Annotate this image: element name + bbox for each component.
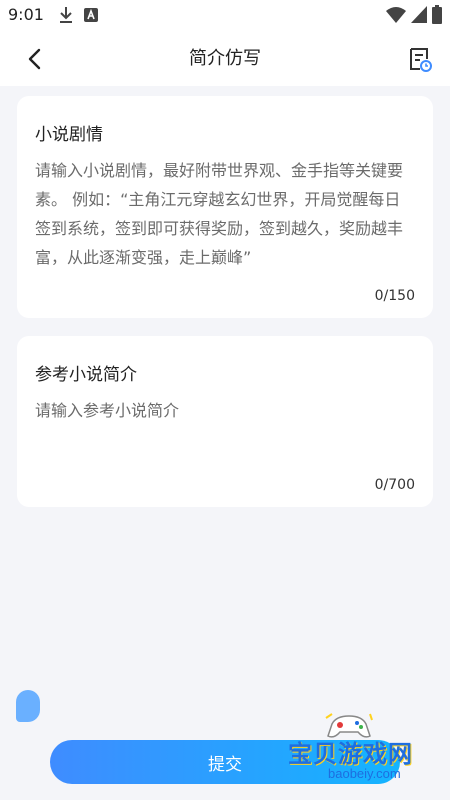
battery-icon [432, 5, 442, 28]
plot-card-title: 小说剧情 [35, 125, 103, 145]
reference-char-counter: 0/700 [374, 477, 415, 493]
app-header: 简介仿写 [0, 30, 450, 86]
plot-input[interactable] [35, 156, 415, 272]
reference-input[interactable] [35, 396, 415, 476]
plot-char-counter: 0/150 [374, 288, 415, 304]
page-title: 简介仿写 [189, 48, 261, 69]
wifi-icon [386, 7, 406, 27]
floating-bubble-button[interactable] [16, 690, 40, 722]
signal-icon [411, 6, 427, 27]
history-doc-icon [410, 48, 432, 72]
reference-card-title: 参考小说简介 [35, 365, 137, 385]
download-icon [58, 6, 74, 28]
status-time: 9:01 [8, 5, 44, 24]
reference-card: 参考小说简介 0/700 [17, 336, 433, 507]
history-button[interactable] [406, 46, 434, 74]
submit-button[interactable]: 提交 [50, 740, 400, 784]
status-bar: 9:01 [0, 0, 450, 30]
plot-card: 小说剧情 0/150 [17, 96, 433, 318]
a-app-icon [84, 7, 98, 26]
